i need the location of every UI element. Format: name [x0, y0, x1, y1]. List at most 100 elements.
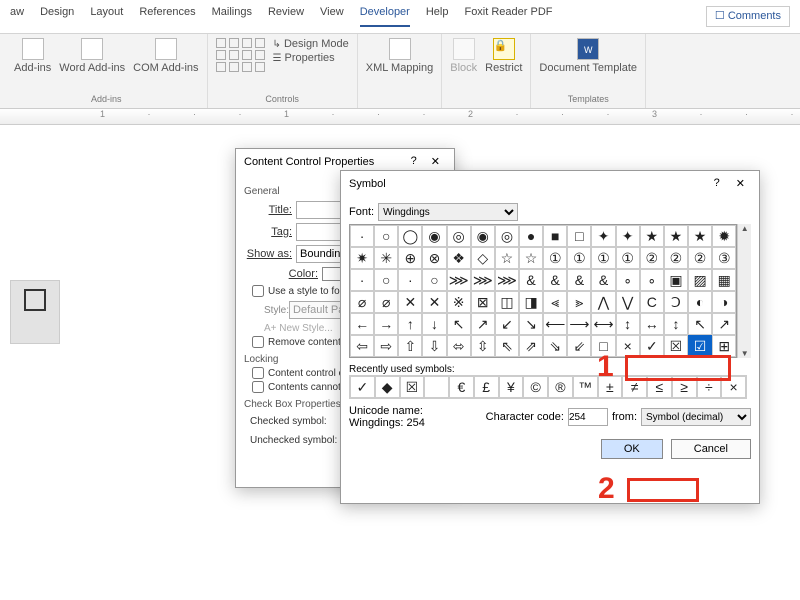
symbol-scrollbar[interactable]: ▲▼: [737, 224, 751, 358]
symbol-cell[interactable]: ◇: [471, 247, 495, 269]
symbol-cell[interactable]: ☒: [664, 335, 688, 357]
recent-symbol-cell[interactable]: ☒: [400, 376, 425, 398]
symbol-cell[interactable]: ◑: [712, 291, 736, 313]
symbol-cell[interactable]: ⊞: [712, 335, 736, 357]
symbol-cell[interactable]: □: [567, 225, 591, 247]
symbol-cell[interactable]: ⊕: [398, 247, 422, 269]
ccp-help-icon[interactable]: ?: [411, 155, 417, 168]
symbol-cell[interactable]: ◉: [422, 225, 446, 247]
word-addins-button[interactable]: Word Add-ins: [59, 38, 125, 74]
tab-view[interactable]: View: [320, 6, 344, 27]
symbol-cell[interactable]: ⇳: [471, 335, 495, 357]
symbol-cell[interactable]: ⪡: [543, 291, 567, 313]
symbol-cell[interactable]: ∘: [640, 269, 664, 291]
symbol-cell[interactable]: ×: [616, 335, 640, 357]
symbol-cell[interactable]: ↗: [471, 313, 495, 335]
symbol-cell[interactable]: ·: [398, 269, 422, 291]
symbol-cell[interactable]: ◎: [447, 225, 471, 247]
recent-symbol-cell[interactable]: ✓: [350, 376, 375, 398]
symbol-cell[interactable]: ②: [640, 247, 664, 269]
symbol-cell[interactable]: ↗: [712, 313, 736, 335]
symbol-cell[interactable]: ↕: [664, 313, 688, 335]
symbol-cell[interactable]: ⟶: [567, 313, 591, 335]
xml-mapping-button[interactable]: XML Mapping: [366, 38, 433, 74]
symbol-cell[interactable]: ◫: [495, 291, 519, 313]
symbol-cell[interactable]: ※: [447, 291, 471, 313]
symbol-cell[interactable]: ✕: [398, 291, 422, 313]
symbol-cell[interactable]: ↕: [616, 313, 640, 335]
tab-foxit[interactable]: Foxit Reader PDF: [464, 6, 552, 27]
symbol-cell[interactable]: ◯: [398, 225, 422, 247]
symbol-cell[interactable]: ●: [519, 225, 543, 247]
tab-review[interactable]: Review: [268, 6, 304, 27]
recent-symbol-cell[interactable]: £: [474, 376, 499, 398]
com-addins-button[interactable]: COM Add-ins: [133, 38, 198, 74]
recent-symbol-cell[interactable]: ◆: [375, 376, 400, 398]
restrict-button[interactable]: 🔒Restrict: [485, 38, 522, 74]
symbol-cell[interactable]: ○: [374, 269, 398, 291]
symbol-cell[interactable]: ⊠: [471, 291, 495, 313]
symbol-cell[interactable]: ⇖: [495, 335, 519, 357]
symbol-cell[interactable]: ③: [712, 247, 736, 269]
symbol-cell[interactable]: ⇦: [350, 335, 374, 357]
ccp-remove-checkbox[interactable]: [252, 336, 264, 348]
recent-symbol-cell[interactable]: ©: [523, 376, 548, 398]
symbol-cell[interactable]: C: [640, 291, 664, 313]
symbol-cell[interactable]: ❖: [447, 247, 471, 269]
symbol-cell[interactable]: ◉: [471, 225, 495, 247]
ccp-cannot-edit-checkbox[interactable]: [252, 381, 264, 393]
symbol-cell[interactable]: ✹: [712, 225, 736, 247]
cancel-button[interactable]: Cancel: [671, 439, 751, 459]
tab-references[interactable]: References: [139, 6, 195, 27]
symbol-cell[interactable]: ✷: [350, 247, 374, 269]
symbol-cell[interactable]: &: [591, 269, 615, 291]
symbol-cell[interactable]: ✦: [591, 225, 615, 247]
symbol-cell[interactable]: ✓: [640, 335, 664, 357]
recent-symbol-cell[interactable]: ®: [548, 376, 573, 398]
symbol-cell[interactable]: ↖: [688, 313, 712, 335]
symbol-cell[interactable]: ←: [350, 313, 374, 335]
symbol-cell[interactable]: &: [567, 269, 591, 291]
recent-symbol-cell[interactable]: ¥: [499, 376, 524, 398]
page-thumbnail[interactable]: [10, 280, 60, 344]
symbol-cell[interactable]: ⋁: [616, 291, 640, 313]
symbol-cell[interactable]: ▣: [664, 269, 688, 291]
tab-help[interactable]: Help: [426, 6, 449, 27]
symbol-cell[interactable]: ②: [664, 247, 688, 269]
symbol-cell[interactable]: →: [374, 313, 398, 335]
ccp-use-style-checkbox[interactable]: [252, 285, 264, 297]
symbol-close-icon[interactable]: ✕: [730, 177, 751, 190]
symbol-cell[interactable]: ▨: [688, 269, 712, 291]
symbol-cell[interactable]: ↑: [398, 313, 422, 335]
symbol-cell[interactable]: ⇧: [398, 335, 422, 357]
design-mode-button[interactable]: ↳ Design Mode: [273, 38, 349, 50]
block-button[interactable]: Block: [450, 38, 477, 74]
recent-symbol-cell[interactable]: [424, 376, 449, 398]
symbol-cell[interactable]: ■: [543, 225, 567, 247]
symbol-cell[interactable]: ↖: [447, 313, 471, 335]
symbol-cell[interactable]: ◎: [495, 225, 519, 247]
symbol-cell[interactable]: ①: [616, 247, 640, 269]
document-template-button[interactable]: WDocument Template: [539, 38, 637, 74]
tab-layout[interactable]: Layout: [90, 6, 123, 27]
symbol-cell[interactable]: ⋙: [447, 269, 471, 291]
tab-mailings[interactable]: Mailings: [212, 6, 252, 27]
symbol-cell[interactable]: ○: [422, 269, 446, 291]
symbol-cell[interactable]: ⬄: [447, 335, 471, 357]
symbol-cell[interactable]: ⟷: [591, 313, 615, 335]
symbol-cell[interactable]: ⪢: [567, 291, 591, 313]
symbol-cell[interactable]: ·: [350, 225, 374, 247]
symbol-cell[interactable]: ↔: [640, 313, 664, 335]
symbol-cell[interactable]: ①: [567, 247, 591, 269]
tab-developer[interactable]: Developer: [360, 6, 410, 27]
symbol-cell[interactable]: ①: [543, 247, 567, 269]
symbol-cell[interactable]: ▦: [712, 269, 736, 291]
comments-button[interactable]: ☐ Comments: [706, 6, 790, 27]
symbol-font-select[interactable]: Wingdings: [378, 203, 518, 221]
symbol-cell[interactable]: ↙: [495, 313, 519, 335]
symbol-cell[interactable]: ◐: [688, 291, 712, 313]
ccp-close-icon[interactable]: ✕: [425, 155, 446, 168]
symbol-cell[interactable]: Ↄ: [664, 291, 688, 313]
charcode-input[interactable]: [568, 408, 608, 426]
symbol-cell[interactable]: ★: [688, 225, 712, 247]
